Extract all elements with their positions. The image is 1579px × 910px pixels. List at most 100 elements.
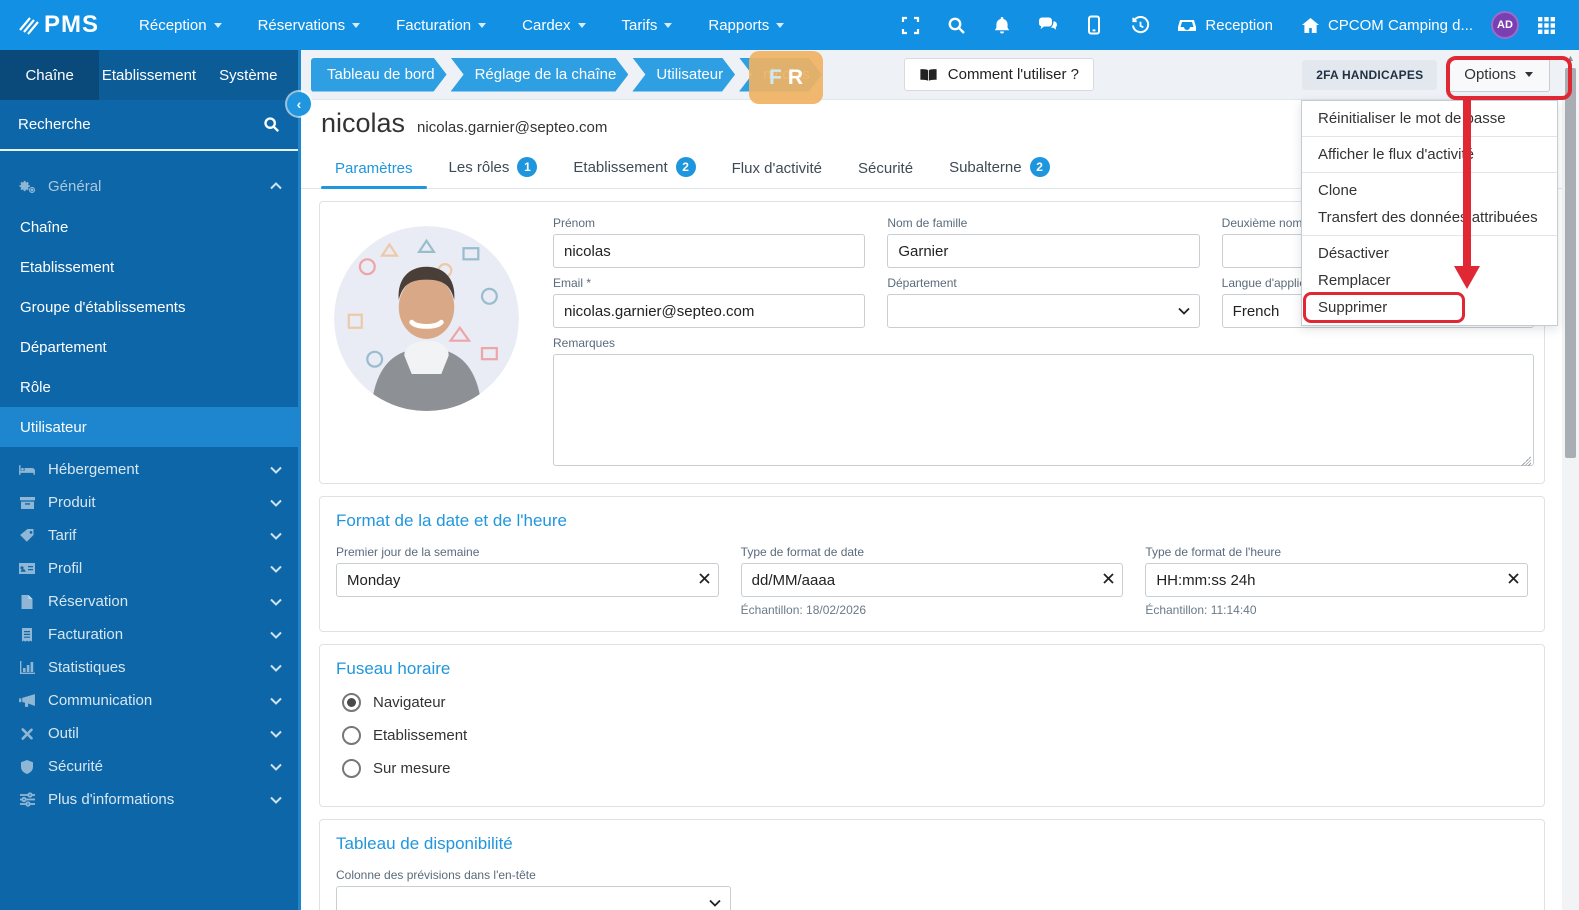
scroll-up-arrow-icon[interactable]: ▲ (1562, 50, 1579, 66)
fullscreen-icon[interactable] (891, 6, 929, 44)
sidebar-item-groupe-etablissements[interactable]: Groupe d'établissements (0, 287, 298, 327)
prenom-input[interactable] (553, 234, 866, 268)
sidebar-group-produit[interactable]: Produit (0, 486, 298, 519)
user-avatar[interactable]: AD (1491, 11, 1519, 39)
sidebar-group-facturation[interactable]: Facturation (0, 618, 298, 651)
radio-etablissement[interactable]: Etablissement (342, 726, 1528, 745)
sidebar-group-hebergement[interactable]: Hébergement (0, 453, 298, 486)
menu-reception[interactable]: Réception (125, 9, 236, 42)
radio-sur-mesure[interactable]: Sur mesure (342, 759, 1528, 778)
menu-group: Afficher le flux d'activité (1302, 136, 1557, 172)
tab-subalterne[interactable]: Subalterne 2 (935, 149, 1064, 188)
sidebar-collapse-button[interactable]: ‹ (287, 92, 311, 116)
sidebar-group-reservation[interactable]: Réservation (0, 585, 298, 618)
format-date-input[interactable] (740, 563, 1124, 597)
top-menu: Réception Réservations Facturation Carde… (125, 9, 798, 42)
nom-input[interactable] (887, 234, 1200, 268)
sidebar-item-departement[interactable]: Département (0, 327, 298, 367)
help-button[interactable]: Comment l'utiliser ? (903, 58, 1095, 91)
property-selector[interactable]: CPCOM Camping d... (1291, 17, 1483, 34)
tab-securite[interactable]: Sécurité (844, 152, 927, 188)
options-button[interactable]: Options (1447, 57, 1550, 92)
left-sidebar: Chaîne Etablissement Système Général Cha… (0, 50, 298, 910)
menu-cardex[interactable]: Cardex (508, 9, 599, 42)
language-fr-badge[interactable]: FR (749, 51, 823, 104)
menu-item-transfert-donnees[interactable]: Transfert des données attribuées (1302, 204, 1557, 231)
availability-card: Tableau de disponibilité Colonne des pré… (319, 819, 1545, 910)
apps-grid-icon[interactable] (1527, 6, 1565, 44)
chevron-down-icon (270, 466, 282, 474)
field-premier-jour: Premier jour de la semaine (336, 545, 719, 617)
breadcrumb-utilisateur[interactable]: Utilisateur (632, 58, 735, 92)
menu-item-supprimer[interactable]: Supprimer (1302, 294, 1557, 321)
id-card-icon (18, 560, 36, 578)
tab-flux-activite[interactable]: Flux d'activité (718, 152, 836, 188)
sidebar-item-chaine[interactable]: Chaîne (0, 207, 298, 247)
format-heure-input[interactable] (1145, 563, 1528, 597)
menu-facturation[interactable]: Facturation (382, 9, 500, 42)
sidebar-item-utilisateur[interactable]: Utilisateur (0, 407, 298, 447)
count-badge: 2 (675, 157, 696, 177)
remarques-textarea[interactable] (553, 354, 1534, 466)
megaphone-icon (18, 692, 36, 710)
email-input[interactable] (553, 294, 866, 328)
menu-item-desactiver[interactable]: Désactiver (1302, 240, 1557, 267)
field-label: Premier jour de la semaine (336, 545, 480, 559)
resize-handle-icon[interactable] (1521, 456, 1531, 466)
field-label: Type de format de l'heure (1145, 545, 1282, 559)
search-icon[interactable] (937, 6, 975, 44)
departement-select[interactable] (887, 294, 1200, 328)
sidebar-group-tarif[interactable]: Tarif (0, 519, 298, 552)
pms-logo[interactable]: PMS (0, 11, 125, 39)
menu-reservations[interactable]: Réservations (244, 9, 375, 42)
sidebar-item-etablissement[interactable]: Etablissement (0, 247, 298, 287)
search-icon[interactable] (263, 116, 280, 133)
sidebar-tab-chaine[interactable]: Chaîne (0, 50, 100, 100)
premier-jour-input[interactable] (336, 563, 719, 597)
sidebar-groups: Hébergement Produit Tarif Profil Réserva (0, 453, 298, 816)
menu-item-reinitialiser-mot-de-passe[interactable]: Réinitialiser le mot de passe (1302, 109, 1557, 128)
chat-icon[interactable] (1029, 6, 1067, 44)
radio-navigateur[interactable]: Navigateur (342, 693, 1528, 712)
notifications-bell-icon[interactable] (983, 6, 1021, 44)
tab-parametres[interactable]: Paramètres (321, 152, 427, 189)
section-title-date-format: Format de la date et de l'heure (336, 511, 567, 530)
sidebar-search-input[interactable] (18, 116, 263, 133)
header-actions: 2FA HANDICAPES Options (1302, 57, 1550, 92)
sidebar-group-outil[interactable]: Outil (0, 717, 298, 750)
sidebar-group-profil[interactable]: Profil (0, 552, 298, 585)
vertical-scrollbar[interactable]: ▲ (1562, 50, 1579, 910)
breadcrumb-tableau-de-bord[interactable]: Tableau de bord (311, 58, 447, 92)
clear-x-icon[interactable] (699, 573, 710, 584)
sidebar-group-communication[interactable]: Communication (0, 684, 298, 717)
file-icon (18, 593, 36, 611)
chevron-down-icon (270, 565, 282, 573)
tab-les-roles[interactable]: Les rôles 1 (435, 149, 552, 188)
menu-item-afficher-flux-activite[interactable]: Afficher le flux d'activité (1302, 145, 1557, 164)
menu-item-remplacer[interactable]: Remplacer (1302, 267, 1557, 294)
field-remarques: Remarques (553, 336, 1534, 471)
sidebar-section-general[interactable]: Général (0, 165, 298, 207)
chevron-down-icon (270, 532, 282, 540)
reception-shortcut[interactable]: Reception (1167, 17, 1283, 34)
sidebar-item-role[interactable]: Rôle (0, 367, 298, 407)
sidebar-group-plus-informations[interactable]: Plus d'informations (0, 783, 298, 816)
sidebar-group-securite[interactable]: Sécurité (0, 750, 298, 783)
clear-x-icon[interactable] (1508, 573, 1519, 584)
clear-x-icon[interactable] (1103, 573, 1114, 584)
receipt-icon (18, 626, 36, 644)
menu-tarifs[interactable]: Tarifs (608, 9, 687, 42)
field-label: Type de format de date (740, 545, 865, 559)
sidebar-tab-systeme[interactable]: Système (199, 50, 298, 100)
section-title-tableau-disponibilite: Tableau de disponibilité (336, 834, 513, 853)
scrollbar-thumb[interactable] (1565, 68, 1576, 458)
mobile-device-icon[interactable] (1075, 6, 1113, 44)
menu-item-clone[interactable]: Clone (1302, 177, 1557, 204)
history-icon[interactable] (1121, 6, 1159, 44)
sidebar-group-statistiques[interactable]: Statistiques (0, 651, 298, 684)
sidebar-tab-etablissement[interactable]: Etablissement (99, 50, 198, 100)
tab-etablissement[interactable]: Etablissement 2 (559, 149, 709, 188)
colonne-previsions-select[interactable] (336, 886, 731, 910)
menu-rapports[interactable]: Rapports (694, 9, 798, 42)
breadcrumb-reglage-chaine[interactable]: Réglage de la chaîne (451, 58, 629, 92)
